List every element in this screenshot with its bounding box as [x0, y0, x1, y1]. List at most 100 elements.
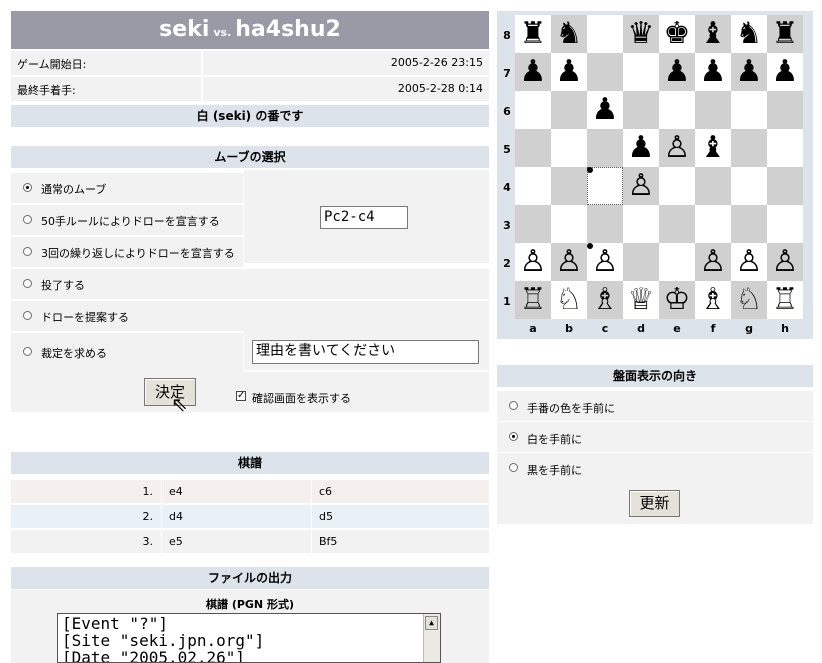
- white-pawn-icon[interactable]: ♙: [695, 243, 731, 281]
- white-pawn-icon[interactable]: ♙: [767, 243, 803, 281]
- confirm-checkbox[interactable]: ✓: [236, 391, 246, 401]
- move-input[interactable]: Pc2-c4: [320, 206, 408, 229]
- square-g3[interactable]: [731, 205, 767, 243]
- move-option-row[interactable]: 50手ルールによりドローを宣言する: [11, 203, 243, 235]
- square-b1[interactable]: ♘: [551, 281, 587, 319]
- black-pawn-icon[interactable]: ♟: [767, 53, 803, 91]
- square-d8[interactable]: ♛: [623, 15, 659, 53]
- square-a6[interactable]: [515, 91, 551, 129]
- black-bishop-icon[interactable]: ♝: [695, 15, 731, 53]
- white-pawn-icon[interactable]: ♙: [587, 243, 623, 281]
- square-h5[interactable]: [767, 129, 803, 167]
- square-h4[interactable]: [767, 167, 803, 205]
- move-option-radio[interactable]: [23, 247, 32, 256]
- black-rook-icon[interactable]: ♜: [515, 15, 551, 53]
- square-f3[interactable]: [695, 205, 731, 243]
- move-option-radio[interactable]: [23, 183, 32, 192]
- square-e6[interactable]: [659, 91, 695, 129]
- square-d3[interactable]: [623, 205, 659, 243]
- white-pawn-icon[interactable]: ♙: [551, 243, 587, 281]
- move-option-row[interactable]: 通常のムーブ: [11, 171, 243, 203]
- square-g6[interactable]: [731, 91, 767, 129]
- white-bishop-icon[interactable]: ♗: [587, 281, 623, 319]
- square-g7[interactable]: ♟: [731, 53, 767, 91]
- square-e8[interactable]: ♚: [659, 15, 695, 53]
- square-g4[interactable]: [731, 167, 767, 205]
- square-a4[interactable]: [515, 167, 551, 205]
- white-queen-icon[interactable]: ♕: [623, 281, 659, 319]
- square-a1[interactable]: ♖: [515, 281, 551, 319]
- square-h1[interactable]: ♖: [767, 281, 803, 319]
- square-d2[interactable]: [623, 243, 659, 281]
- white-pawn-icon[interactable]: ♙: [515, 243, 551, 281]
- pgn-textarea[interactable]: [Event "?"] [Site "seki.jpn.org"] [Date …: [57, 613, 441, 663]
- move-option-row[interactable]: 3回の繰り返しによりドローを宣言する: [11, 235, 243, 267]
- square-b2[interactable]: ♙: [551, 243, 587, 281]
- white-bishop-icon[interactable]: ♗: [695, 281, 731, 319]
- move-option-row[interactable]: ドローを提案する: [11, 299, 489, 331]
- orientation-option-row[interactable]: 手番の色を手前に: [497, 390, 813, 422]
- square-a3[interactable]: [515, 205, 551, 243]
- square-b3[interactable]: [551, 205, 587, 243]
- white-pawn-icon[interactable]: ♙: [731, 243, 767, 281]
- square-f6[interactable]: [695, 91, 731, 129]
- square-e5[interactable]: ♙: [659, 129, 695, 167]
- move-option-radio[interactable]: [23, 279, 32, 288]
- square-e2[interactable]: [659, 243, 695, 281]
- white-pawn-icon[interactable]: ♙: [623, 167, 659, 205]
- white-knight-icon[interactable]: ♘: [551, 281, 587, 319]
- square-b4[interactable]: [551, 167, 587, 205]
- square-c1[interactable]: ♗: [587, 281, 623, 319]
- square-e7[interactable]: ♟: [659, 53, 695, 91]
- square-d7[interactable]: [623, 53, 659, 91]
- black-pawn-icon[interactable]: ♟: [695, 53, 731, 91]
- square-c2[interactable]: ♙: [587, 243, 623, 281]
- black-pawn-icon[interactable]: ♟: [551, 53, 587, 91]
- square-f1[interactable]: ♗: [695, 281, 731, 319]
- square-f2[interactable]: ♙: [695, 243, 731, 281]
- black-pawn-icon[interactable]: ♟: [515, 53, 551, 91]
- black-rook-icon[interactable]: ♜: [767, 15, 803, 53]
- square-f7[interactable]: ♟: [695, 53, 731, 91]
- square-c3[interactable]: [587, 205, 623, 243]
- square-d6[interactable]: [623, 91, 659, 129]
- square-g5[interactable]: [731, 129, 767, 167]
- square-h6[interactable]: [767, 91, 803, 129]
- black-king-icon[interactable]: ♚: [659, 15, 695, 53]
- white-rook-icon[interactable]: ♖: [767, 281, 803, 319]
- square-e4[interactable]: [659, 167, 695, 205]
- white-pawn-icon[interactable]: ♙: [659, 129, 695, 167]
- white-knight-icon[interactable]: ♘: [731, 281, 767, 319]
- square-e1[interactable]: ♔: [659, 281, 695, 319]
- square-c6[interactable]: ♟: [587, 91, 623, 129]
- square-c5[interactable]: [587, 129, 623, 167]
- square-g2[interactable]: ♙: [731, 243, 767, 281]
- square-d4[interactable]: ♙: [623, 167, 659, 205]
- square-b5[interactable]: [551, 129, 587, 167]
- square-e3[interactable]: [659, 205, 695, 243]
- square-h2[interactable]: ♙: [767, 243, 803, 281]
- move-option-radio[interactable]: [23, 347, 32, 356]
- square-g8[interactable]: ♞: [731, 15, 767, 53]
- square-h8[interactable]: ♜: [767, 15, 803, 53]
- square-g1[interactable]: ♘: [731, 281, 767, 319]
- orientation-radio[interactable]: [509, 401, 518, 410]
- black-queen-icon[interactable]: ♛: [623, 15, 659, 53]
- square-b8[interactable]: ♞: [551, 15, 587, 53]
- square-f4[interactable]: [695, 167, 731, 205]
- reason-input[interactable]: 理由を書いてください: [252, 340, 479, 364]
- square-f5[interactable]: ♝: [695, 129, 731, 167]
- black-pawn-icon[interactable]: ♟: [587, 91, 623, 129]
- black-pawn-icon[interactable]: ♟: [731, 53, 767, 91]
- update-button[interactable]: 更新: [629, 490, 680, 517]
- move-option-row[interactable]: 投了する: [11, 267, 489, 299]
- square-d5[interactable]: ♟: [623, 129, 659, 167]
- square-d1[interactable]: ♕: [623, 281, 659, 319]
- move-option-radio[interactable]: [23, 215, 32, 224]
- black-pawn-icon[interactable]: ♟: [623, 129, 659, 167]
- orientation-option-row[interactable]: 黒を手前に: [497, 452, 813, 484]
- square-b6[interactable]: [551, 91, 587, 129]
- square-a2[interactable]: ♙: [515, 243, 551, 281]
- black-pawn-icon[interactable]: ♟: [659, 53, 695, 91]
- scroll-up-icon[interactable]: ▲: [425, 616, 438, 630]
